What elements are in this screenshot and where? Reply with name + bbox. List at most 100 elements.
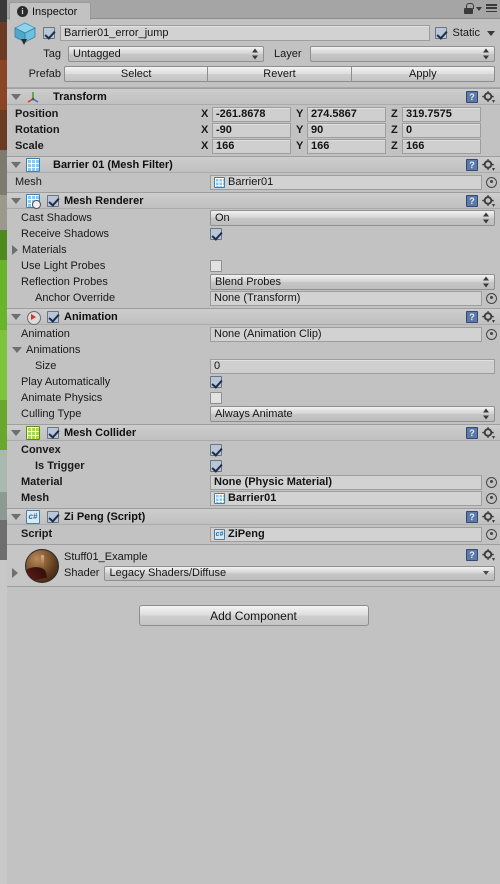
culling-type-dropdown[interactable]: Always Animate	[210, 406, 495, 422]
gear-icon[interactable]	[482, 549, 495, 561]
animations-size-input[interactable]: 0	[210, 358, 495, 374]
physic-material-object-field[interactable]: None (Physic Material)	[210, 474, 482, 490]
animate-physics-checkbox[interactable]	[210, 392, 222, 404]
rotation-z-input[interactable]: 0	[402, 122, 481, 138]
tab-inspector[interactable]: i Inspector	[9, 2, 92, 20]
hamburger-menu-icon[interactable]	[486, 4, 497, 13]
component-header-mesh-filter[interactable]: Barrier 01 (Mesh Filter) ?	[7, 156, 500, 173]
gear-icon[interactable]	[482, 311, 495, 323]
animation-enabled-checkbox[interactable]	[47, 310, 59, 323]
receive-shadows-checkbox[interactable]	[210, 228, 222, 240]
animation-clip-picker-button[interactable]	[486, 328, 497, 340]
help-icon[interactable]: ?	[466, 195, 478, 207]
property-label: Position	[15, 108, 59, 120]
component-header-zi-peng-script[interactable]: c# Zi Peng (Script) ?	[7, 508, 500, 525]
mesh-renderer-enabled-checkbox[interactable]	[47, 194, 59, 207]
chevron-down-icon[interactable]	[476, 6, 482, 11]
component-body-mesh-filter: Mesh Barrier01	[7, 173, 500, 192]
dropdown-arrows-icon	[252, 48, 259, 60]
property-receive-shadows: Receive Shadows	[7, 226, 500, 242]
play-automatically-checkbox[interactable]	[210, 376, 222, 388]
gameobject-enabled-checkbox[interactable]	[43, 27, 55, 39]
lock-icon[interactable]	[464, 3, 474, 14]
foldout-icon[interactable]	[12, 567, 18, 578]
anchor-override-picker-button[interactable]	[486, 292, 497, 304]
scene-view-sliver	[0, 0, 7, 884]
component-mesh-renderer: Mesh Renderer ? Cast Shadows On Receive …	[7, 192, 500, 308]
scale-x-input[interactable]: 166	[212, 138, 291, 154]
convex-checkbox[interactable]	[210, 444, 222, 456]
property-anchor-override: Anchor Override None (Transform)	[7, 290, 500, 306]
foldout-icon[interactable]	[12, 347, 22, 353]
axis-label-y: Y	[296, 140, 304, 152]
gear-icon[interactable]	[482, 159, 495, 171]
property-scale: Scale X 166 Y 166 Z 166	[7, 138, 500, 154]
component-body-mesh-renderer: Cast Shadows On Receive Shadows Material…	[7, 209, 500, 308]
prefab-apply-button[interactable]: Apply	[351, 66, 495, 82]
physic-material-picker-button[interactable]	[486, 476, 497, 488]
foldout-icon[interactable]	[11, 313, 21, 320]
property-collider-mesh: Mesh Barrier01	[7, 490, 500, 506]
foldout-icon[interactable]	[11, 93, 21, 100]
gear-icon[interactable]	[482, 91, 495, 103]
shader-dropdown[interactable]: Legacy Shaders/Diffuse	[104, 565, 495, 581]
foldout-icon[interactable]	[11, 197, 21, 204]
add-component-button[interactable]: Add Component	[138, 605, 369, 626]
script-picker-button[interactable]	[486, 528, 497, 540]
script-object-field[interactable]: c# ZiPeng	[210, 526, 482, 542]
mesh-picker-button[interactable]	[486, 176, 497, 188]
static-dropdown-arrow[interactable]	[487, 30, 495, 36]
property-materials[interactable]: Materials	[7, 242, 500, 258]
component-body-animation: Animation None (Animation Clip) Animatio…	[7, 325, 500, 424]
prefab-select-button[interactable]: Select	[64, 66, 209, 82]
component-header-mesh-renderer[interactable]: Mesh Renderer ?	[7, 192, 500, 209]
property-animations[interactable]: Animations	[7, 342, 500, 358]
property-use-light-probes: Use Light Probes	[7, 258, 500, 274]
component-header-animation[interactable]: Animation ?	[7, 308, 500, 325]
anchor-override-object-field[interactable]: None (Transform)	[210, 290, 482, 306]
foldout-icon[interactable]	[11, 161, 21, 168]
mesh-object-field[interactable]: Barrier01	[210, 174, 482, 190]
tag-dropdown[interactable]: Untagged	[68, 46, 264, 62]
position-z-input[interactable]: 319.7575	[402, 106, 481, 122]
gameobject-name-input[interactable]	[60, 25, 431, 41]
script-enabled-checkbox[interactable]	[47, 510, 59, 523]
use-light-probes-checkbox[interactable]	[210, 260, 222, 272]
position-x-input[interactable]: -261.8678	[212, 106, 291, 122]
cast-shadows-dropdown[interactable]: On	[210, 210, 495, 226]
rotation-x-input[interactable]: -90	[212, 122, 291, 138]
property-physic-material: Material None (Physic Material)	[7, 474, 500, 490]
foldout-icon[interactable]	[11, 513, 21, 520]
tab-inspector-label: Inspector	[32, 5, 78, 18]
collider-mesh-picker-button[interactable]	[486, 492, 497, 504]
animation-clip-object-field[interactable]: None (Animation Clip)	[210, 326, 482, 342]
scale-z-input[interactable]: 166	[402, 138, 481, 154]
rotation-y-input[interactable]: 90	[307, 122, 386, 138]
gear-icon[interactable]	[482, 195, 495, 207]
help-icon[interactable]: ?	[466, 159, 478, 171]
foldout-icon[interactable]	[11, 429, 21, 436]
property-culling-type: Culling Type Always Animate	[7, 406, 500, 422]
foldout-icon[interactable]	[12, 245, 18, 255]
help-icon[interactable]: ?	[466, 511, 478, 523]
position-y-input[interactable]: 274.5867	[307, 106, 386, 122]
help-icon[interactable]: ?	[466, 549, 478, 561]
axis-label-y: Y	[296, 124, 304, 136]
collider-mesh-object-field[interactable]: Barrier01	[210, 490, 482, 506]
gear-icon[interactable]	[482, 511, 495, 523]
help-icon[interactable]: ?	[466, 311, 478, 323]
component-header-transform[interactable]: Transform ?	[7, 88, 500, 105]
help-icon[interactable]: ?	[466, 91, 478, 103]
csharp-script-icon: c#	[214, 528, 225, 540]
is-trigger-checkbox[interactable]	[210, 460, 222, 472]
component-header-mesh-collider[interactable]: Mesh Collider ?	[7, 424, 500, 441]
material-header-tools: ?	[466, 549, 495, 561]
gear-icon[interactable]	[482, 427, 495, 439]
static-checkbox[interactable]	[435, 27, 448, 39]
mesh-collider-enabled-checkbox[interactable]	[47, 426, 59, 439]
scale-y-input[interactable]: 166	[307, 138, 386, 154]
help-icon[interactable]: ?	[466, 427, 478, 439]
prefab-revert-button[interactable]: Revert	[208, 66, 352, 82]
reflection-probes-dropdown[interactable]: Blend Probes	[210, 274, 495, 290]
layer-dropdown[interactable]	[309, 46, 495, 62]
